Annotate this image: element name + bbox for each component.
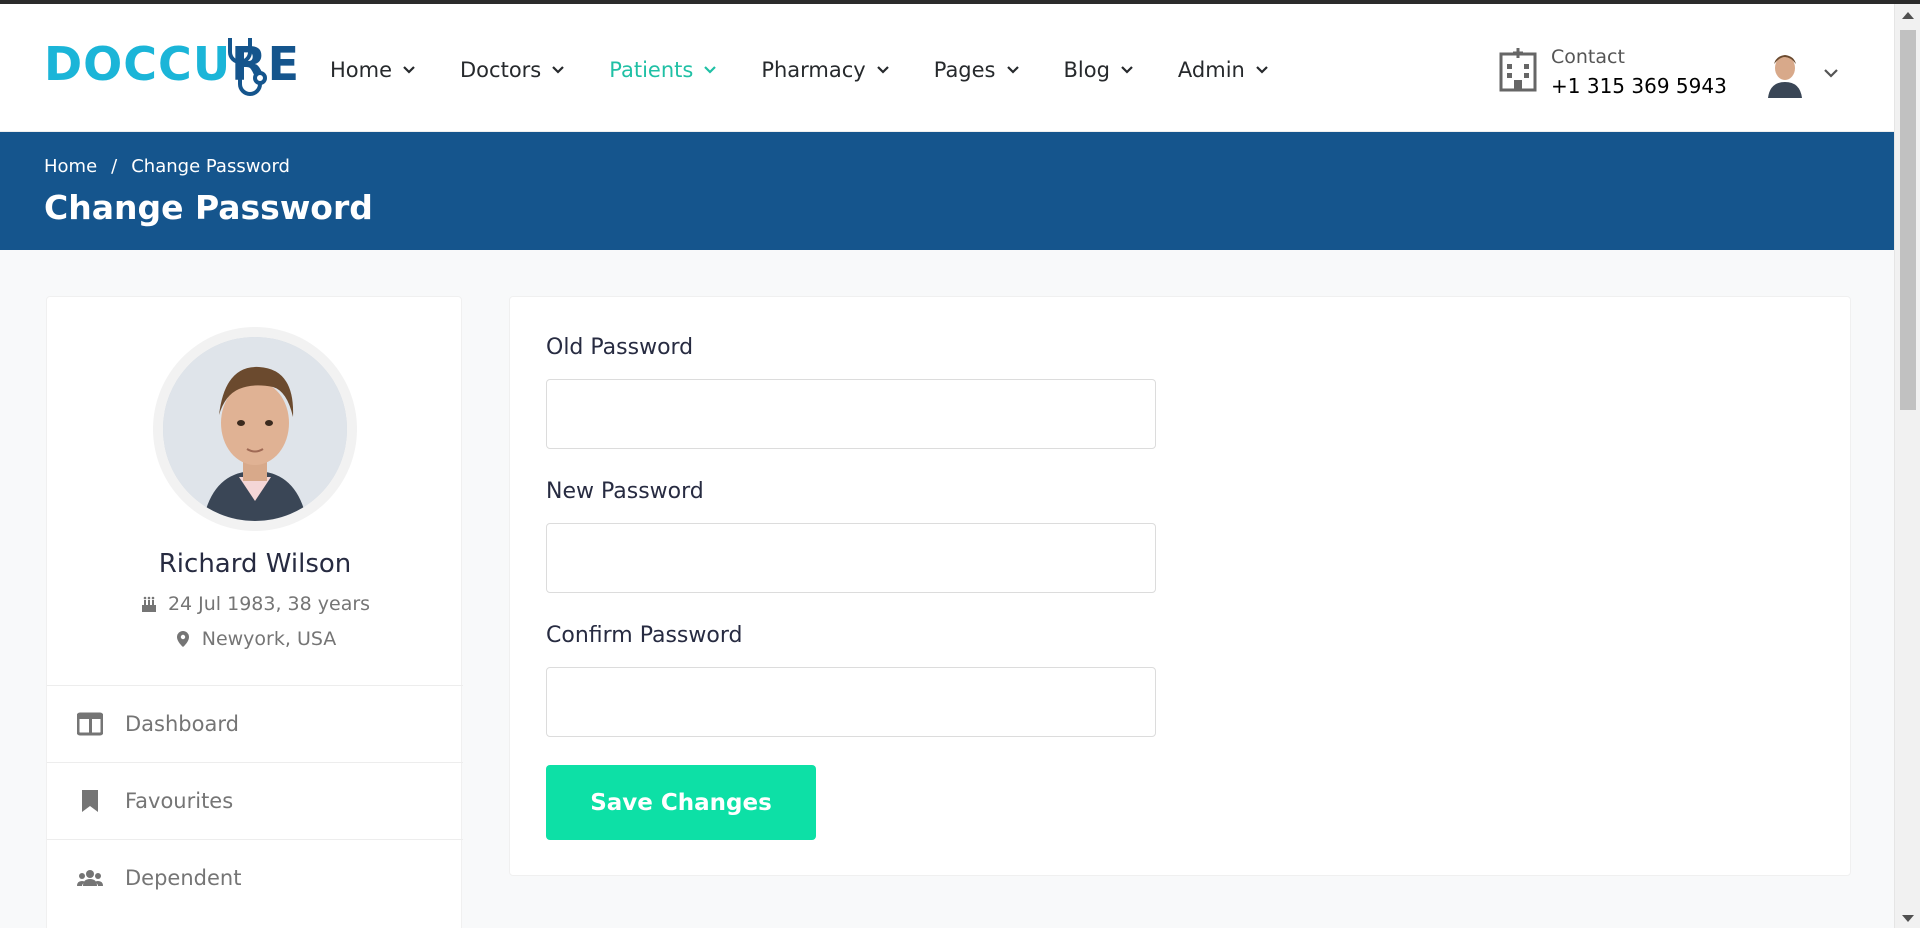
scrollbar-thumb[interactable] <box>1900 30 1916 410</box>
map-marker-icon <box>176 631 189 647</box>
old-password-input[interactable] <box>546 379 1156 449</box>
hospital-icon <box>1499 48 1537 92</box>
nav-label: Patients <box>609 58 694 82</box>
profile-location-text: Newyork, USA <box>201 628 337 650</box>
nav-label: Pharmacy <box>761 58 866 82</box>
contact-label: Contact <box>1551 46 1625 68</box>
change-password-form: Old Password New Password Confirm Passwo… <box>509 296 1851 876</box>
profile-avatar <box>153 327 357 531</box>
nav-item-home[interactable]: Home <box>330 52 416 88</box>
new-password-label: New Password <box>546 479 704 504</box>
avatar-image <box>1762 48 1808 98</box>
breadcrumb-current: Change Password <box>131 156 290 177</box>
sidebar-menu: Dashboard Favourites Dependent <box>47 685 463 916</box>
breadcrumb: Home / Change Password <box>44 156 290 177</box>
scroll-up-arrow-icon[interactable] <box>1902 12 1914 19</box>
header: DOCCURE Home Doctors Patients Pharmacy P… <box>0 4 1894 132</box>
scroll-down-arrow-icon[interactable] <box>1902 915 1914 922</box>
chevron-down-icon[interactable] <box>1822 64 1840 82</box>
sidebar-item-label: Dashboard <box>125 712 239 736</box>
nav-item-admin[interactable]: Admin <box>1178 52 1269 88</box>
nav-label: Home <box>330 58 393 82</box>
contact-phone[interactable]: +1 315 369 5943 <box>1551 70 1727 102</box>
contact-info: Contact +1 315 369 5943 <box>1497 44 1727 102</box>
nav-item-doctors[interactable]: Doctors <box>460 52 565 88</box>
nav-item-pharmacy[interactable]: Pharmacy <box>761 52 889 88</box>
nav-item-pages[interactable]: Pages <box>934 52 1020 88</box>
confirm-password-label: Confirm Password <box>546 623 743 648</box>
nav-label: Pages <box>933 58 996 82</box>
profile-sidebar: Richard Wilson 24 Jul 1983, 38 years New… <box>46 296 463 928</box>
breadcrumb-separator: / <box>111 156 118 177</box>
main-nav: Home Doctors Patients Pharmacy Pages Blo… <box>330 52 1313 88</box>
sidebar-item-dashboard[interactable]: Dashboard <box>47 685 463 762</box>
chevron-down-icon <box>876 66 889 74</box>
profile-dob-text: 24 Jul 1983, 38 years <box>167 593 371 615</box>
users-icon <box>77 870 103 886</box>
nav-label: Blog <box>1063 58 1110 82</box>
bookmark-icon <box>82 790 98 812</box>
chevron-down-icon <box>403 66 415 74</box>
nav-label: Doctors <box>460 58 542 82</box>
breadcrumb-home[interactable]: Home <box>44 156 97 177</box>
new-password-input[interactable] <box>546 523 1156 593</box>
nav-label: Admin <box>1177 58 1245 82</box>
sidebar-item-label: Favourites <box>125 789 234 813</box>
sidebar-item-favourites[interactable]: Favourites <box>47 762 463 839</box>
stethoscope-icon <box>228 38 267 96</box>
profile-name: Richard Wilson <box>158 549 352 579</box>
page-title: Change Password <box>44 188 373 227</box>
chevron-down-icon <box>552 66 565 74</box>
save-changes-button[interactable]: Save Changes <box>546 765 816 840</box>
nav-item-patients[interactable]: Patients <box>609 52 717 88</box>
columns-icon <box>77 712 103 736</box>
sidebar-item-label: Dependent <box>125 866 242 890</box>
profile-photo <box>163 337 347 521</box>
nav-item-blog[interactable]: Blog <box>1064 52 1134 88</box>
birthday-cake-icon <box>141 596 156 612</box>
profile-location: Newyork, USA <box>47 628 463 650</box>
logo[interactable]: DOCCURE <box>44 36 300 106</box>
profile-dob: 24 Jul 1983, 38 years <box>47 593 463 615</box>
sidebar-item-dependent[interactable]: Dependent <box>47 839 463 916</box>
chevron-down-icon <box>1006 66 1019 74</box>
old-password-label: Old Password <box>546 335 694 360</box>
breadcrumb-bar: Home / Change Password Change Password <box>0 132 1894 250</box>
chevron-down-icon <box>1256 66 1268 74</box>
confirm-password-input[interactable] <box>546 667 1156 737</box>
page-scrollbar[interactable] <box>1894 4 1920 928</box>
user-avatar[interactable] <box>1762 48 1808 98</box>
chevron-down-icon <box>1121 66 1133 74</box>
chevron-down-icon <box>704 66 717 74</box>
